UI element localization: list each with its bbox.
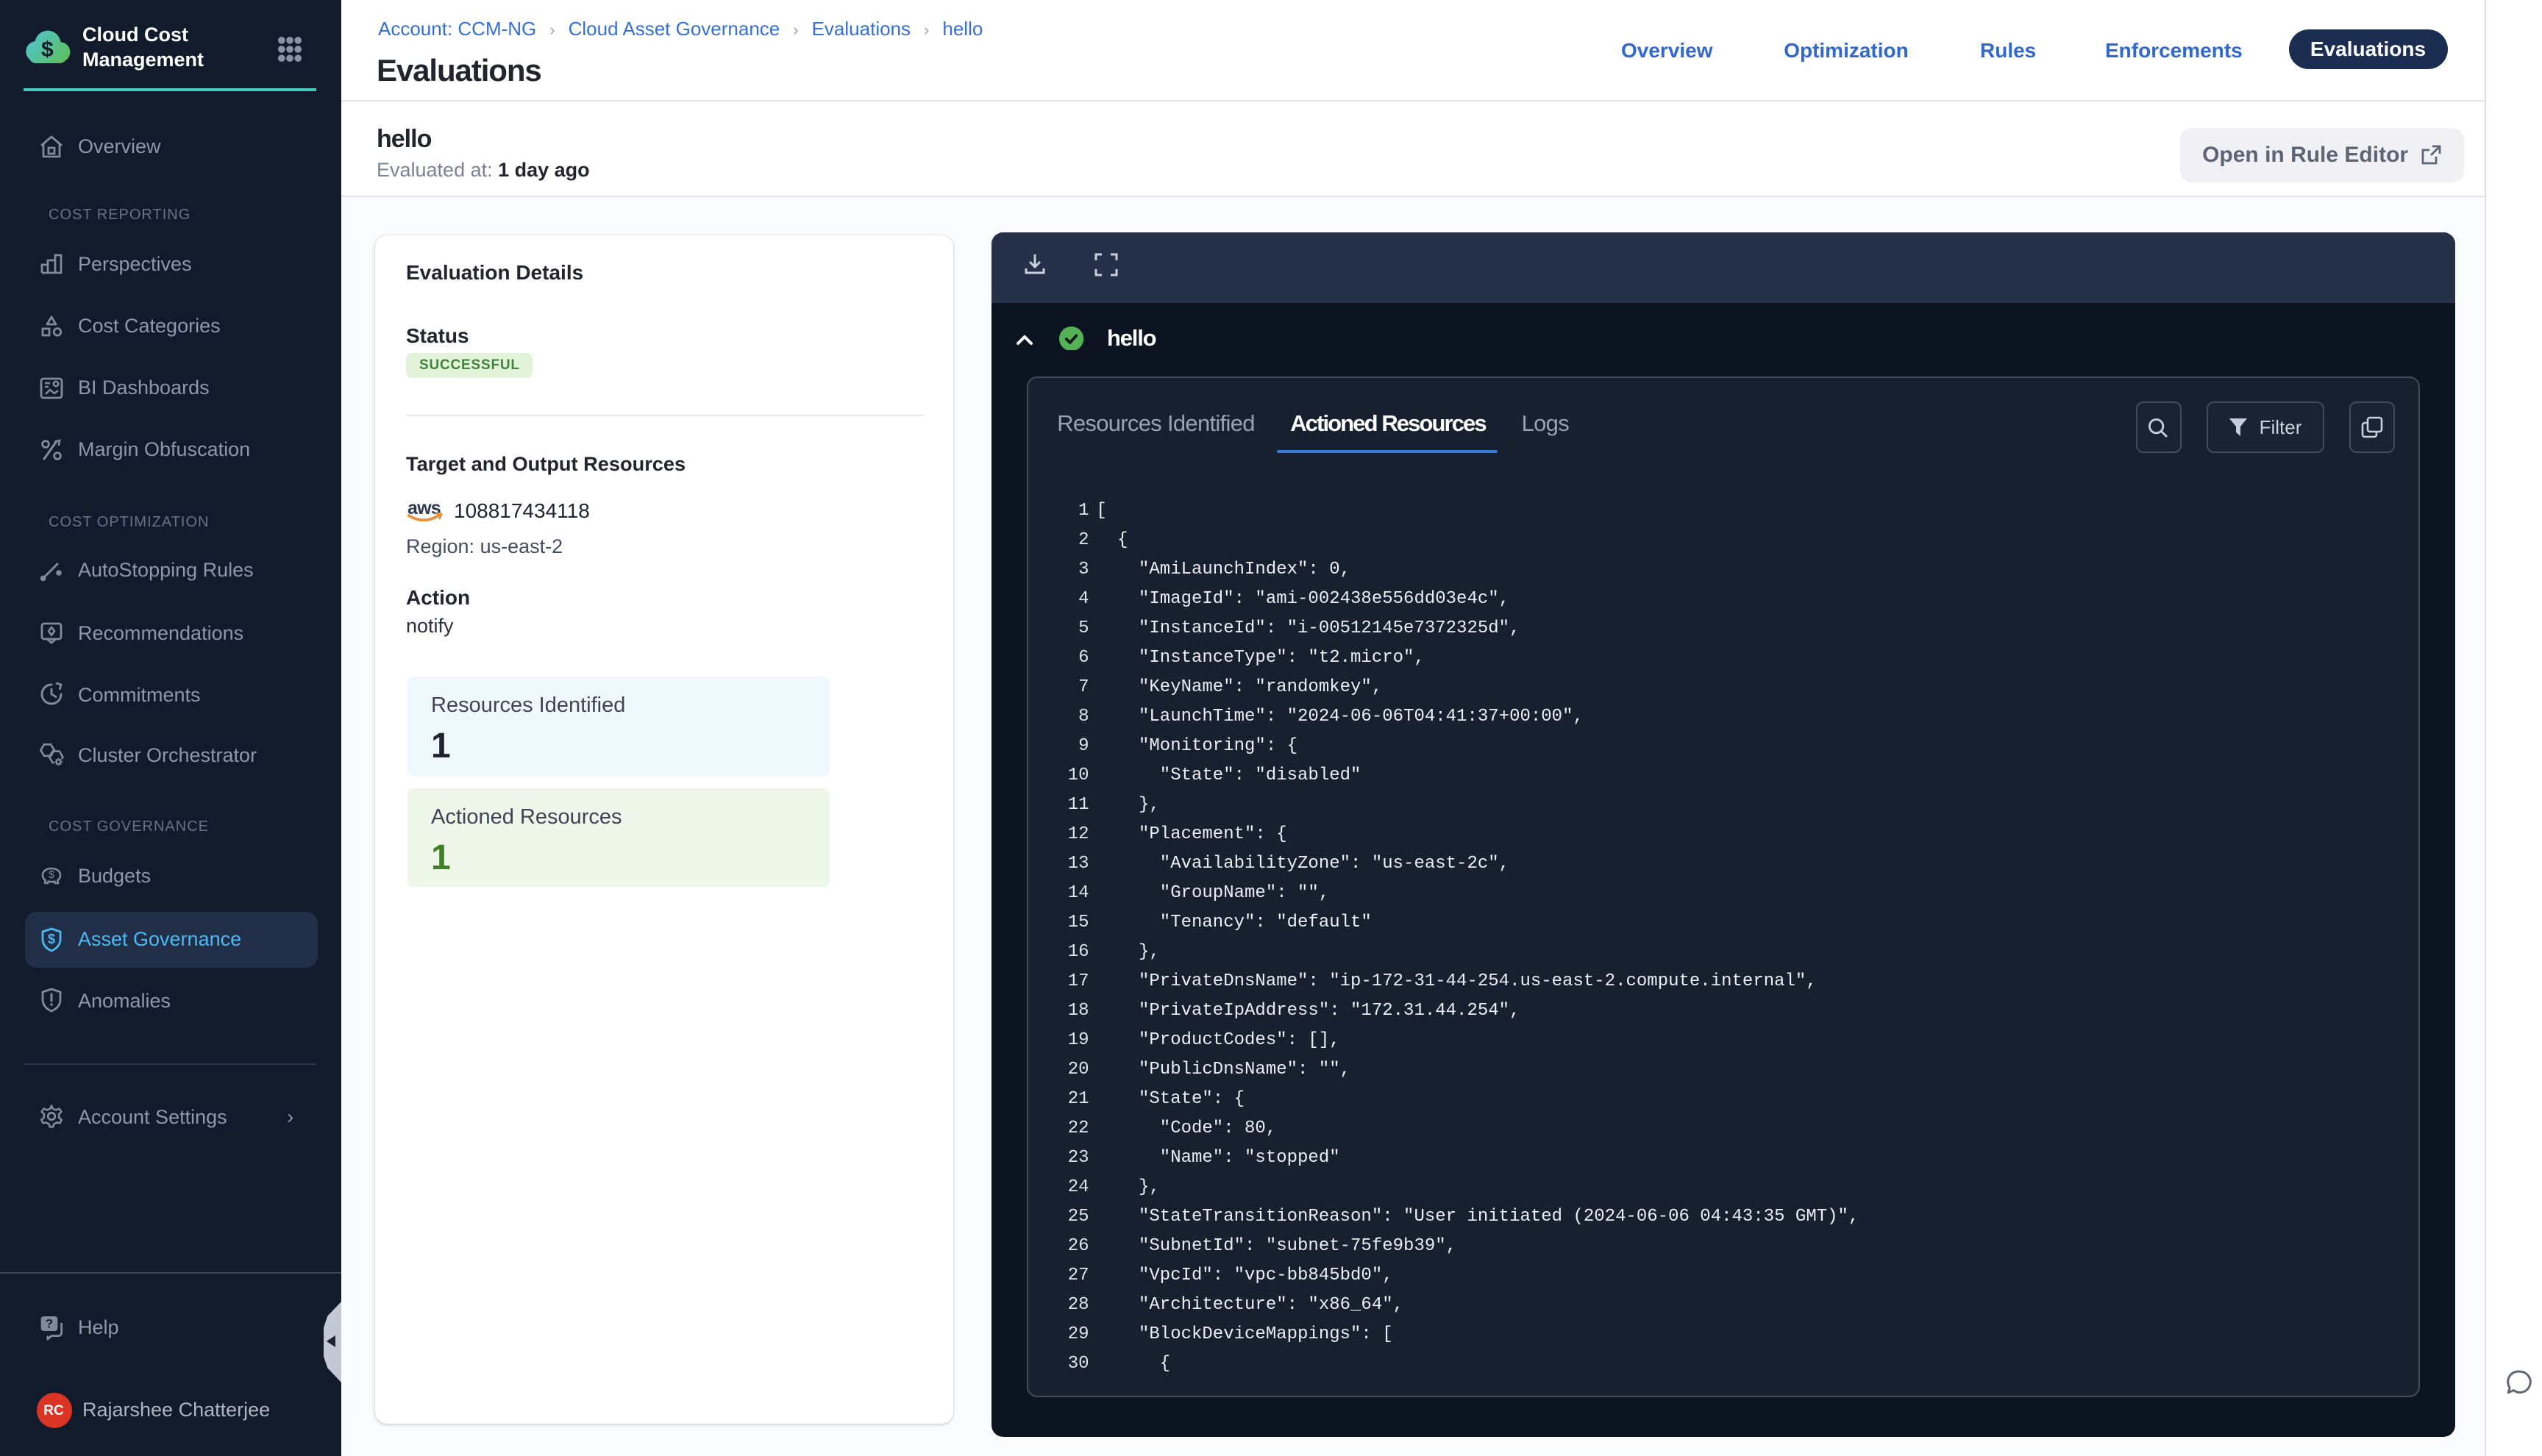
svg-text:aws: aws <box>407 499 440 518</box>
svg-text:?: ? <box>46 1317 53 1331</box>
svg-text:$: $ <box>41 38 54 62</box>
svg-text:$: $ <box>49 868 55 880</box>
svg-text:$: $ <box>48 931 55 946</box>
